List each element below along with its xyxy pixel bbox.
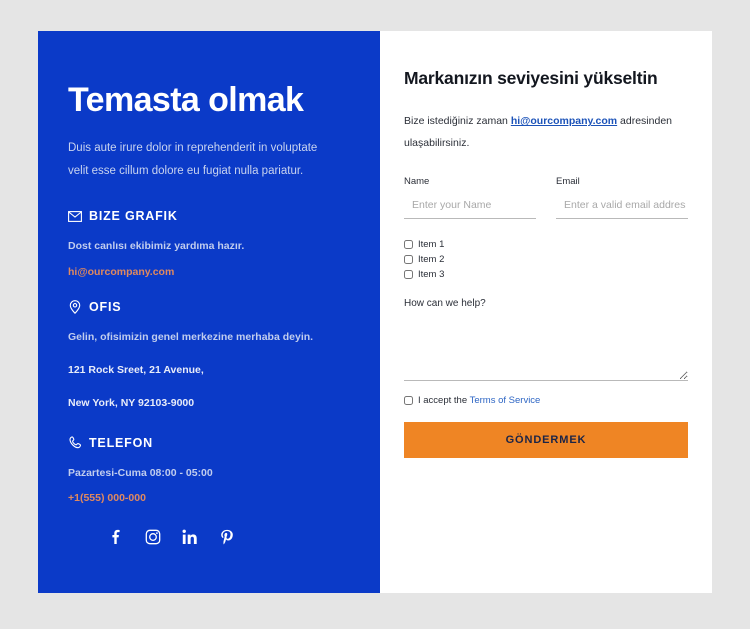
contact-block-email-text: Dost canlısı ekibimiz yardıma hazır. [68,240,245,253]
terms-checkbox[interactable] [404,396,413,406]
phone-icon [68,436,82,450]
checkbox-item-3-label[interactable]: Item 3 [418,269,444,280]
checkbox-item[interactable]: Item 1 [404,239,688,250]
contact-block-email-heading: BIZE GRAFIK [68,209,350,223]
facebook-icon[interactable] [107,528,124,545]
terms-label[interactable]: I accept the Terms of Service [418,395,540,406]
email-field-label: Email [556,176,580,188]
form-intro-email-link[interactable]: hi@ourcompany.com [511,115,617,127]
instagram-icon[interactable] [144,528,161,545]
checkbox-group: Item 1 Item 2 Item 3 [404,239,688,280]
email-input[interactable] [556,196,688,220]
form-title: Markanızın seviyesini yükseltin [404,68,658,88]
page-title: Temasta olmak [68,81,304,119]
name-email-field-row: Name Email [404,176,688,220]
pinterest-icon[interactable] [218,528,235,545]
contact-block-phone-title: TELEFON [89,435,153,450]
envelope-icon [68,209,82,223]
email-link[interactable]: hi@ourcompany.com [68,266,350,278]
name-field-label: Name [404,176,430,188]
phone-link[interactable]: +1(555) 000-000 [68,492,350,504]
form-intro: Bize istediğiniz zaman hi@ourcompany.com… [404,111,688,154]
linkedin-icon[interactable] [181,528,198,545]
checkbox-item-1-label[interactable]: Item 1 [418,239,444,250]
checkbox-item[interactable]: Item 2 [404,254,688,265]
name-field-group: Name [404,176,536,220]
social-links [107,528,235,545]
checkbox-item-1-input[interactable] [404,240,413,250]
message-textarea[interactable] [404,309,688,382]
submit-button[interactable]: GÖNDERMEK [404,422,688,459]
name-input[interactable] [404,196,536,220]
terms-text: I accept the [418,395,470,407]
contact-info-panel: Temasta olmak Duis aute irure dolor in r… [38,31,380,593]
contact-block-office-title: OFIS [89,299,122,314]
contact-block-office-text: Gelin, ofisimizin genel merkezine merhab… [68,330,314,343]
hero-description: Duis aute irure dolor in reprehenderit i… [68,142,318,178]
office-address-line-2: New York, NY 92103-9000 [68,397,195,410]
checkbox-item-2-input[interactable] [404,255,413,265]
contact-block-phone: TELEFON Pazartesi-Cuma 08:00 - 05:00 +1(… [68,436,350,504]
location-pin-icon [68,299,82,314]
terms-row[interactable]: I accept the Terms of Service [404,395,688,406]
contact-block-email: BIZE GRAFIK Dost canlısı ekibimiz yardım… [68,209,350,277]
contact-form-panel: Markanızın seviyesini yükseltin Bize ist… [380,31,712,593]
contact-block-phone-heading: TELEFON [68,436,350,450]
message-field-group: How can we help? [404,298,688,382]
contact-block-office: OFIS Gelin, ofisimizin genel merkezine m… [68,300,350,414]
checkbox-item[interactable]: Item 3 [404,269,688,280]
checkbox-item-2-label[interactable]: Item 2 [418,254,444,265]
form-intro-before: Bize istediğiniz zaman [404,115,511,128]
message-field-label: How can we help? [404,298,486,310]
terms-of-service-link[interactable]: Terms of Service [470,395,541,406]
contact-page: Temasta olmak Duis aute irure dolor in r… [0,0,750,629]
office-address-line-1: 121 Rock Sreet, 21 Avenue, [68,364,204,377]
checkbox-item-3-input[interactable] [404,270,413,280]
contact-block-email-title: BIZE GRAFIK [89,209,178,224]
contact-block-office-heading: OFIS [68,300,350,314]
contact-block-phone-text: Pazartesi-Cuma 08:00 - 05:00 [68,466,213,479]
email-field-group: Email [556,176,688,220]
